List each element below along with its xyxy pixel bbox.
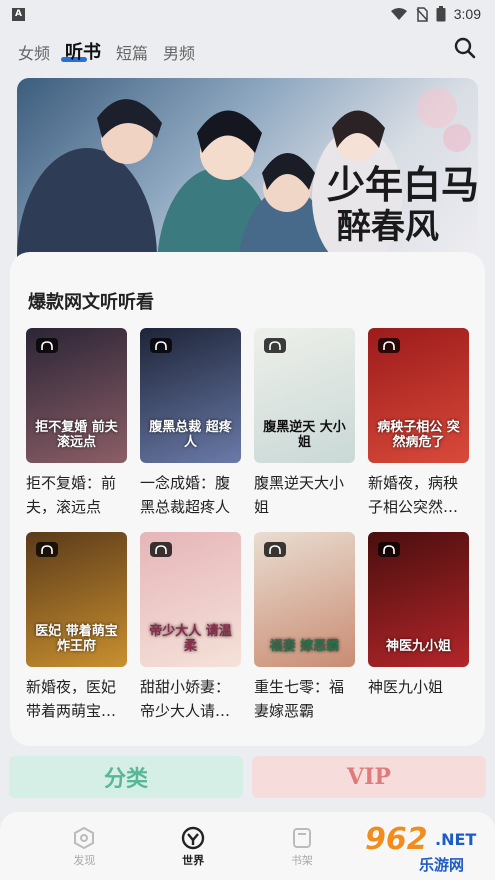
headphones-icon [378, 338, 400, 353]
book-cover: 神医九小姐 [368, 532, 469, 667]
book-cover: 腹黑逆天 大小姐 [254, 328, 355, 463]
headphones-icon [36, 542, 58, 557]
nav-label: 世界 [182, 854, 205, 867]
wifi-icon [390, 8, 407, 20]
book-title: 神医九小姐 [368, 678, 444, 696]
banner-title-line1: 少年白马 [327, 162, 478, 207]
book-cover: 腹黑总裁 超疼人 [140, 328, 241, 463]
world-icon [181, 826, 205, 850]
cover-title: 神医九小姐 [385, 639, 451, 655]
promo-banner[interactable]: 少年白马 醉春风 [17, 78, 478, 268]
discover-icon [74, 826, 95, 850]
cover-title: 帝少大人 请温柔 [149, 624, 232, 655]
book-cover: 拒不复婚 前夫滚远点 [26, 328, 127, 463]
section-title: 爆款网文听听看 [28, 292, 154, 313]
vip-button[interactable]: VIP [252, 756, 486, 798]
nav-world[interactable]: 世界 [163, 826, 223, 880]
book-item[interactable]: 医妃 带着萌宝 炸王府 新婚夜，医妃带着两萌宝… [26, 532, 127, 723]
headphones-icon [36, 338, 58, 353]
book-title: 新婚夜，病秧子相公突然… [368, 474, 459, 516]
nav-discover[interactable]: 发现 [54, 826, 114, 880]
book-item[interactable]: 神医九小姐 神医九小姐 [368, 532, 469, 699]
category-tabs: 女频 听书 短篇 男频 [18, 34, 195, 64]
book-title: 拒不复婚：前夫，滚远点 [26, 474, 117, 516]
book-item[interactable]: 腹黑逆天 大小姐 腹黑逆天大小姐 [254, 328, 355, 519]
banner-illustration: 少年白马 醉春风 [17, 88, 478, 268]
headphones-icon [264, 338, 286, 353]
cover-title: 腹黑总裁 超疼人 [149, 420, 232, 451]
book-item[interactable]: 福妻 嫁恶霸 重生七零：福妻嫁恶霸 [254, 532, 355, 723]
notification-a-icon: A [12, 7, 25, 21]
battery-icon [436, 6, 446, 22]
book-title: 新婚夜，医妃带着两萌宝… [26, 678, 117, 720]
book-item[interactable]: 帝少大人 请温柔 甜甜小娇妻：帝少大人请… [140, 532, 241, 723]
search-icon[interactable] [453, 36, 477, 60]
tab-female[interactable]: 女频 [18, 40, 50, 64]
tab-male[interactable]: 男频 [163, 40, 195, 64]
book-item[interactable]: 拒不复婚 前夫滚远点 拒不复婚：前夫，滚远点 [26, 328, 127, 519]
book-cover: 医妃 带着萌宝 炸王府 [26, 532, 127, 667]
tab-audiobook[interactable]: 听书 [61, 38, 101, 64]
cover-title: 腹黑逆天 大小姐 [263, 420, 346, 451]
headphones-icon [378, 542, 400, 557]
headphones-icon [150, 338, 172, 353]
category-button[interactable]: 分类 [9, 756, 243, 798]
nav-label: 发现 [73, 854, 96, 867]
headphones-icon [264, 542, 286, 557]
cover-title: 病秧子相公 突然病危了 [377, 420, 460, 451]
book-item[interactable]: 病秧子相公 突然病危了 新婚夜，病秧子相公突然… [368, 328, 469, 519]
headphones-icon [150, 542, 172, 557]
book-cover: 病秧子相公 突然病危了 [368, 328, 469, 463]
book-cover: 福妻 嫁恶霸 [254, 532, 355, 667]
cover-title: 拒不复婚 前夫滚远点 [35, 420, 118, 451]
book-title: 腹黑逆天大小姐 [254, 474, 345, 516]
no-sim-icon [416, 6, 428, 22]
book-item[interactable]: 腹黑总裁 超疼人 一念成婚：腹黑总裁超疼人 [140, 328, 241, 519]
bookshelf-icon [292, 828, 311, 848]
site-watermark-logo: 962 .NET 乐游网 [365, 822, 477, 874]
tab-short[interactable]: 短篇 [116, 40, 148, 64]
cover-title: 福妻 嫁恶霸 [269, 639, 340, 655]
book-title: 重生七零：福妻嫁恶霸 [254, 678, 345, 720]
nav-label: 书架 [290, 854, 313, 867]
banner-title-line2: 醉春风 [337, 207, 439, 247]
status-bar: A 3:09 [0, 0, 495, 28]
cover-title: 医妃 带着萌宝 炸王府 [35, 624, 118, 655]
nav-bookshelf[interactable]: 书架 [272, 826, 332, 880]
book-title: 甜甜小娇妻：帝少大人请… [140, 678, 231, 720]
clock: 3:09 [453, 6, 481, 22]
book-title: 一念成婚：腹黑总裁超疼人 [140, 474, 231, 516]
featured-section: 爆款网文听听看 拒不复婚 前夫滚远点 拒不复婚：前夫，滚远点 腹黑总裁 超疼人 … [10, 252, 485, 746]
book-cover: 帝少大人 请温柔 [140, 532, 241, 667]
